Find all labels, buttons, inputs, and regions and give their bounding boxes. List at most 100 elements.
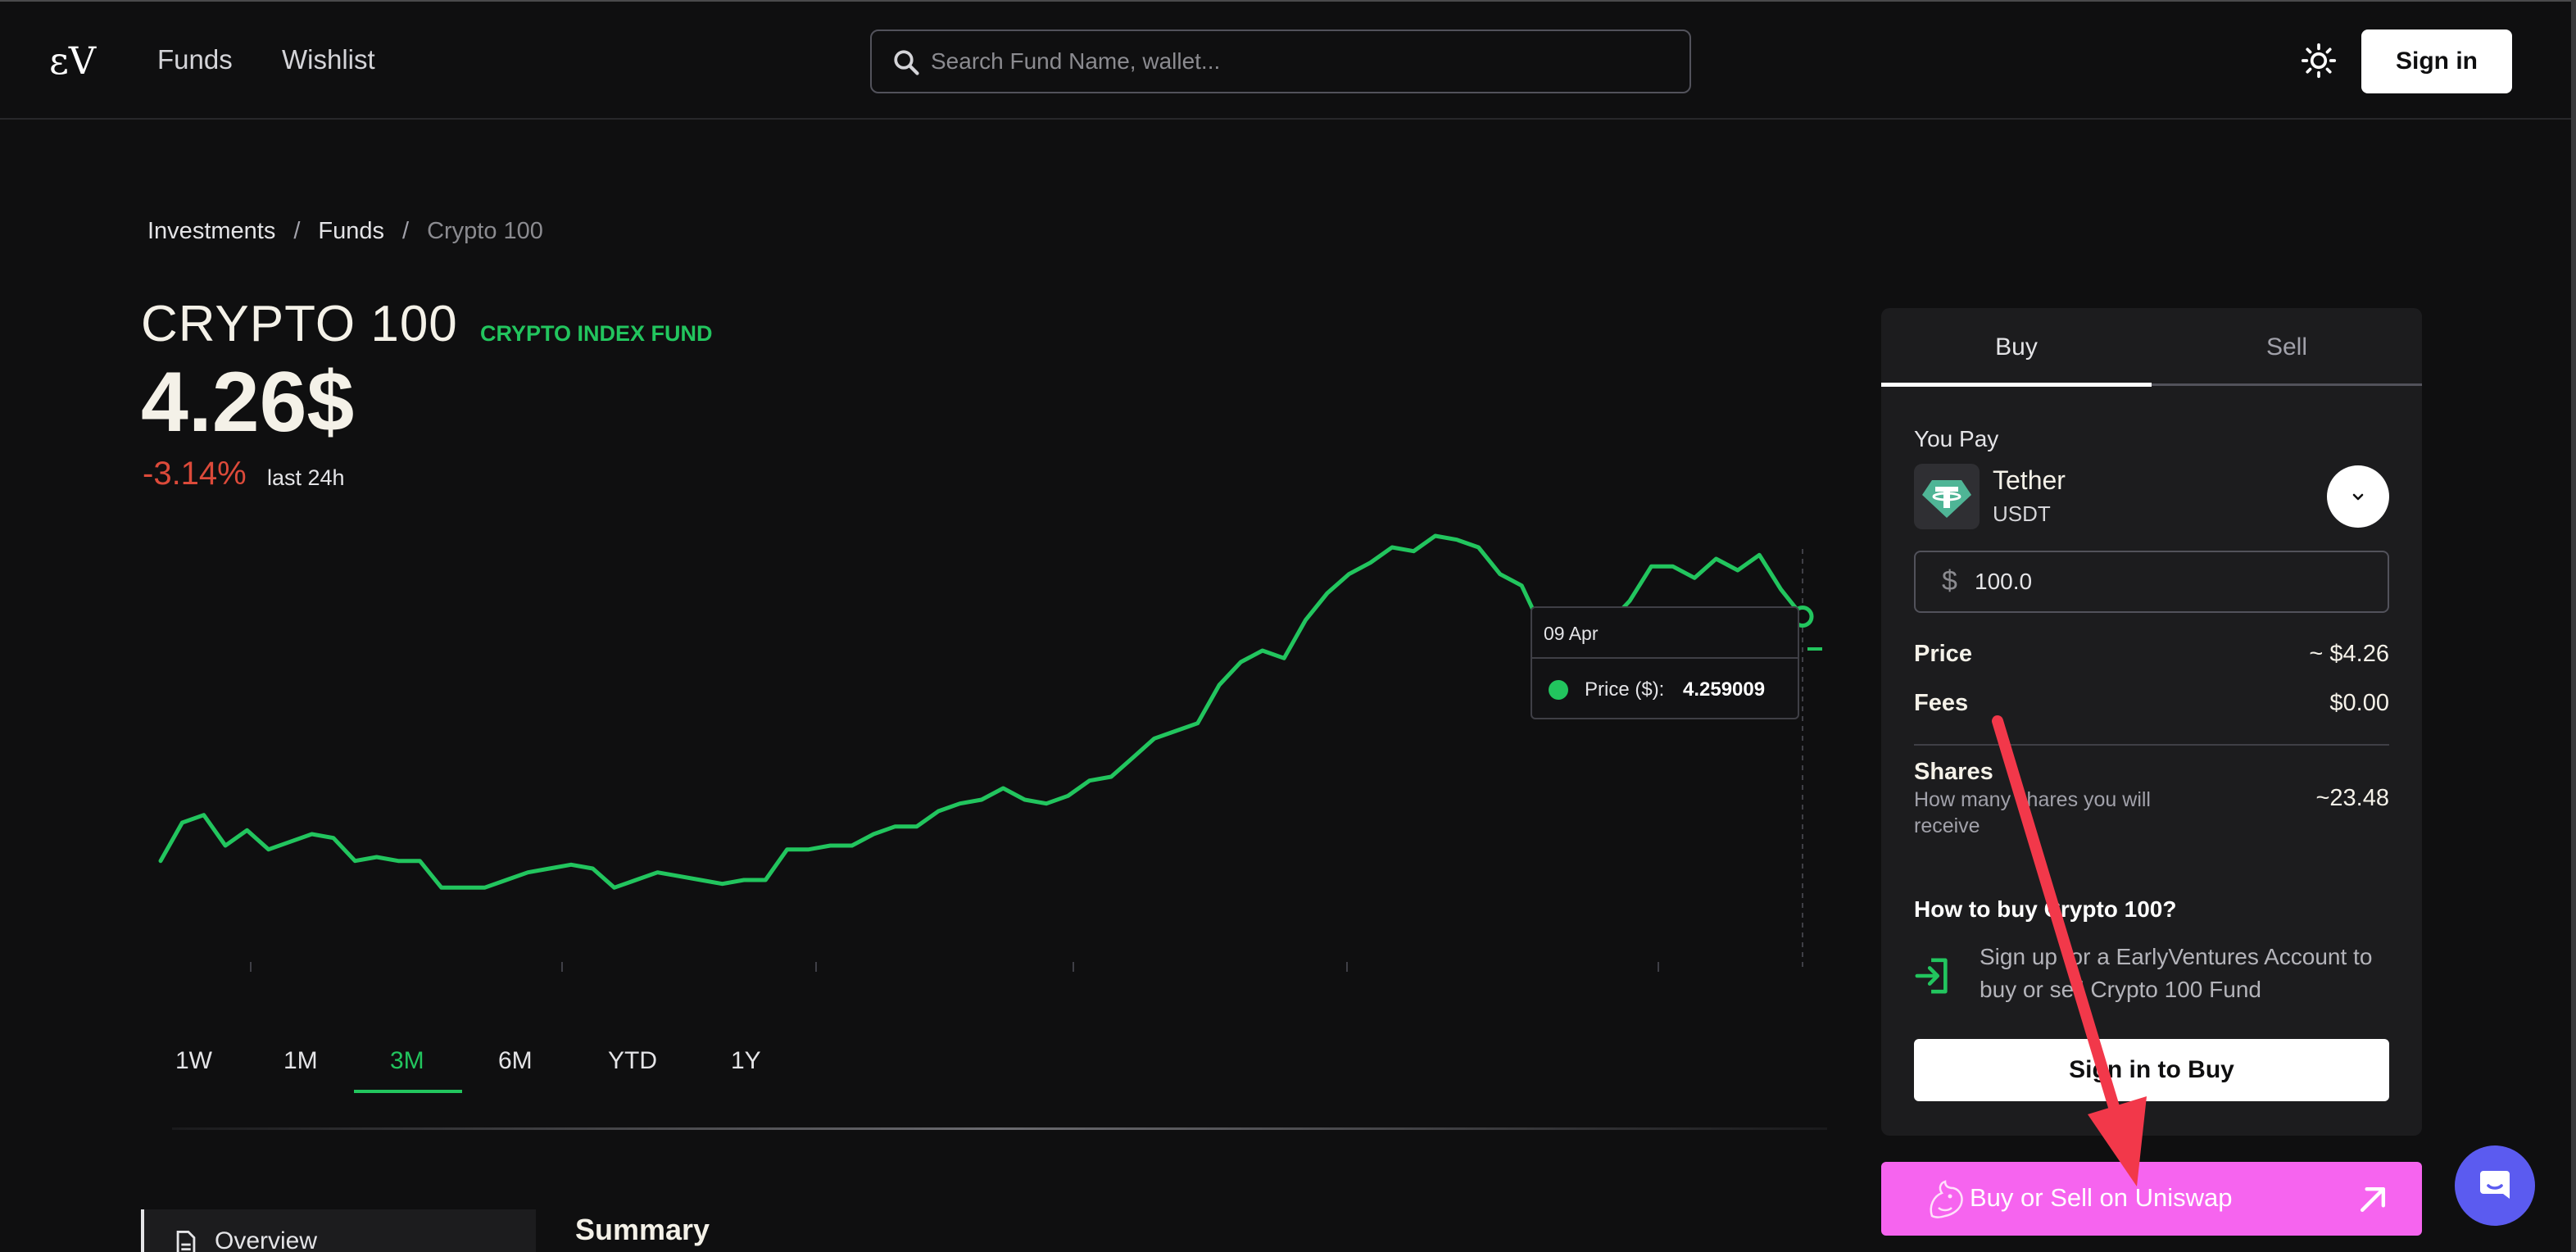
tooltip-value: 4.259009 [1683,678,1766,701]
breadcrumb-separator: / [402,218,410,244]
chart-point-35 [916,826,918,828]
chart-point-61 [1478,547,1479,548]
tooltip-label: Price ($): [1585,678,1665,701]
sign-in-button[interactable]: Sign in [2361,29,2512,93]
range-tab-ytd[interactable]: YTD [608,1047,657,1075]
trade-panel: Buy Sell You Pay Tether USDT $ Price ~ $… [1881,308,2422,1136]
chart-point-45 [1132,757,1134,759]
price-chart[interactable] [147,524,1835,983]
chart-point-27 [743,879,745,881]
brand-logo[interactable]: εV [48,34,105,84]
chart-point-13 [441,887,442,888]
section-tab-overview[interactable]: Overview [141,1209,536,1252]
uniswap-button[interactable]: Buy or Sell on Uniswap [1881,1162,2422,1236]
nav-wishlist[interactable]: Wishlist [282,44,375,75]
chart-point-48 [1197,723,1199,724]
fund-change: -3.14% [143,456,247,492]
range-tab-3m[interactable]: 3M [390,1047,424,1075]
chart-point-9 [354,860,356,862]
sign-in-icon [1915,958,1948,994]
chart-point-72 [1716,558,1717,560]
chart-point-41 [1045,803,1047,805]
search-box[interactable] [870,29,1691,93]
chart-point-26 [722,883,723,885]
you-pay-label: You Pay [1914,426,1999,451]
token-symbol: USDT [1993,501,2051,526]
chart-point-11 [397,860,399,862]
chart-point-39 [1002,787,1004,789]
breadcrumb: Investments / Funds / Crypto 100 [147,218,543,245]
tether-token-icon [1914,464,1980,529]
range-tab-6m[interactable]: 6M [498,1047,533,1075]
range-tab-1y[interactable]: 1Y [731,1047,761,1075]
search-input[interactable] [931,33,1668,90]
chart-point-69 [1650,565,1652,567]
range-divider [172,1127,1827,1130]
chart-point-14 [462,887,464,888]
chart-point-57 [1391,547,1393,548]
chart-point-10 [376,856,378,858]
theme-toggle-icon[interactable] [2301,43,2337,79]
search-icon [894,50,919,75]
tab-buy[interactable]: Buy [1881,308,2152,387]
nav-funds[interactable]: Funds [157,44,233,75]
dollar-icon: $ [1942,565,1957,597]
range-tab-1w[interactable]: 1W [175,1047,212,1075]
chart-point-33 [873,833,874,835]
chart-point-30 [808,849,810,851]
amount-field[interactable]: $ [1914,551,2389,613]
chart-point-28 [764,879,766,881]
fund-name: CRYPTO 100 [141,296,458,352]
chart-point-21 [614,887,615,888]
chart-point-47 [1175,730,1177,732]
chart-point-34 [895,826,896,828]
chart-point-6 [289,841,291,842]
chart-point-5 [268,849,270,851]
overview-label: Overview [215,1227,318,1252]
chart-point-15 [484,887,485,888]
window-scrollbar[interactable] [2571,0,2576,1252]
chart-point-2 [203,814,205,816]
tooltip-date: 09 Apr [1544,623,1599,644]
chart-point-24 [678,875,680,877]
sign-in-to-buy-button[interactable]: Sign in to Buy [1914,1039,2389,1101]
breadcrumb-funds[interactable]: Funds [318,218,384,245]
external-link-arrow-icon [2360,1186,2386,1213]
amount-input[interactable] [1975,554,2368,610]
tooltip-divider [1532,657,1798,659]
chart-point-40 [1024,799,1026,801]
uniswap-label: Buy or Sell on Uniswap [1970,1183,2233,1212]
tab-sell[interactable]: Sell [2152,308,2422,387]
breadcrumb-separator: / [293,218,301,244]
top-header: εV Funds Wishlist Sign in [0,2,2571,120]
fees-label: Fees [1914,690,1969,716]
chat-icon [2480,1171,2510,1199]
panel-divider [1914,744,2389,746]
range-tab-1m[interactable]: 1M [283,1047,318,1075]
chevron-down-icon [2352,493,2364,501]
chart-point-70 [1672,565,1674,567]
chart-point-52 [1283,657,1285,659]
chart-point-36 [937,810,939,812]
chart-point-37 [959,803,961,805]
range-tab-active-indicator [354,1090,462,1093]
shares-value: ~23.48 [2315,785,2389,811]
token-select-button[interactable] [2327,465,2389,528]
shares-description: How many shares you will receive [1914,788,2151,837]
breadcrumb-current: Crypto 100 [427,218,543,244]
chart-point-74 [1758,554,1760,556]
chat-support-button[interactable] [2455,1145,2535,1226]
breadcrumb-investments[interactable]: Investments [147,218,275,245]
document-icon [176,1231,196,1252]
chart-point-7 [311,833,313,835]
chart-point-56 [1370,562,1372,564]
summary-heading: Summary [575,1213,710,1246]
price-value: ~ $4.26 [2309,641,2389,667]
fund-change-period: last 24h [267,465,345,490]
uniswap-unicorn-icon [1930,1180,1963,1218]
price-label: Price [1914,641,1972,667]
tooltip-series-dot [1549,680,1568,700]
signup-prompt: Sign up for a EarlyVentures Account to b… [1980,944,2373,1002]
chart-point-49 [1218,684,1220,686]
chart-point-75 [1780,588,1782,590]
